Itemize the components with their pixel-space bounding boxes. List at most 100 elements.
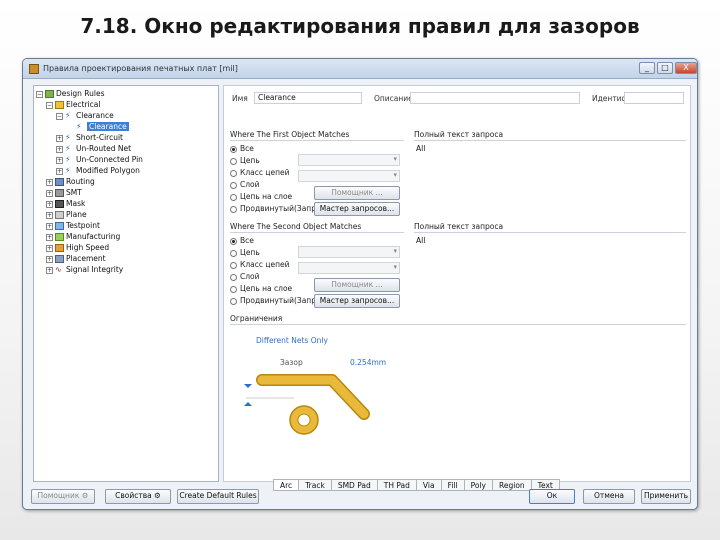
first-option-advanced[interactable]: Продвинутый(Запрос) (230, 204, 328, 213)
tree-item-testpoint[interactable]: + Testpoint (46, 220, 100, 231)
id-label: Идентиф (592, 94, 628, 103)
rule-name-input[interactable]: Clearance (254, 92, 362, 104)
second-option-all[interactable]: Все (230, 236, 254, 245)
radio-icon[interactable] (230, 193, 237, 201)
expand-icon[interactable]: + (46, 244, 53, 252)
apply-button[interactable]: Применить (641, 489, 691, 504)
tree-item-unconnected-pin[interactable]: + ⚡ Un-Connected Pin (56, 154, 143, 165)
minimize-button[interactable]: _ (639, 62, 655, 74)
net-mode-select[interactable]: Different Nets Only (256, 336, 328, 345)
close-button[interactable]: X (675, 62, 697, 74)
tab-fill[interactable]: Fill (441, 479, 465, 491)
object-type-tabs: Arc Track SMD Pad TH Pad Via Fill Poly R… (273, 479, 560, 491)
first-option-layer[interactable]: Слой (230, 180, 260, 189)
second-helper-button[interactable]: Помощник ... (314, 278, 400, 292)
first-query-text[interactable]: All (416, 144, 425, 153)
clearance-illustration (244, 374, 370, 435)
expand-icon[interactable]: + (46, 233, 53, 241)
helper-button[interactable]: Помощник ⚙ (31, 489, 95, 504)
cancel-button[interactable]: Отмена (583, 489, 635, 504)
rule-comment-input[interactable] (410, 92, 580, 104)
expand-icon[interactable]: + (56, 156, 63, 164)
tree-item-mask[interactable]: + Mask (46, 198, 85, 209)
radio-icon[interactable] (230, 157, 237, 165)
second-query-text[interactable]: All (416, 236, 425, 245)
collapse-icon[interactable]: − (36, 90, 43, 98)
manufacturing-icon (55, 233, 64, 241)
tab-smd-pad[interactable]: SMD Pad (331, 479, 378, 491)
radio-icon[interactable] (230, 205, 237, 213)
maximize-button[interactable]: □ (657, 62, 673, 74)
title-bar[interactable]: Правила проектирования печатных плат [mi… (23, 59, 697, 79)
second-object-title: Where The Second Object Matches (230, 222, 362, 231)
expand-icon[interactable]: + (46, 200, 53, 208)
tree-item-routing[interactable]: + Routing (46, 176, 95, 187)
tab-poly[interactable]: Poly (464, 479, 493, 491)
expand-icon[interactable]: + (56, 167, 63, 175)
tab-arc[interactable]: Arc (273, 479, 300, 491)
expand-icon[interactable]: + (46, 189, 53, 197)
tree-item-manufacturing[interactable]: + Manufacturing (46, 231, 120, 242)
expand-icon[interactable]: + (46, 255, 53, 263)
second-query-builder-button[interactable]: Мастер запросов... (314, 294, 400, 308)
radio-selected-icon[interactable] (230, 145, 237, 153)
first-option-net-class[interactable]: Класс цепей (230, 168, 289, 177)
tree-item-plane[interactable]: + Plane (46, 209, 87, 220)
first-option-net[interactable]: Цепь (230, 156, 260, 165)
tab-track[interactable]: Track (299, 479, 332, 491)
create-default-rules-button[interactable]: Create Default Rules (177, 489, 259, 504)
tree-item-clearance-rule[interactable]: ⚡ Clearance (76, 121, 129, 132)
tree-item-high-speed[interactable]: + High Speed (46, 242, 109, 253)
tree-item-placement[interactable]: + Placement (46, 253, 106, 264)
ok-button[interactable]: Ок (529, 489, 575, 504)
rule-icon: ⚡ (65, 111, 71, 120)
expand-icon[interactable]: + (46, 211, 53, 219)
testpoint-icon (55, 222, 64, 230)
collapse-icon[interactable]: − (46, 101, 53, 109)
tab-via[interactable]: Via (416, 479, 442, 491)
radio-icon[interactable] (230, 297, 237, 305)
app-icon (29, 64, 39, 74)
radio-selected-icon[interactable] (230, 237, 237, 245)
first-helper-button[interactable]: Помощник ... (314, 186, 400, 200)
tree-item-modified-polygon[interactable]: + ⚡ Modified Polygon (56, 165, 140, 176)
second-option-net-on-layer[interactable]: Цепь на слое (230, 284, 292, 293)
radio-icon[interactable] (230, 261, 237, 269)
tree-item-smt[interactable]: + SMT (46, 187, 82, 198)
second-option-advanced[interactable]: Продвинутый(Запрос) (230, 296, 328, 305)
second-option-layer[interactable]: Слой (230, 272, 260, 281)
tree-item-clearance-group[interactable]: − ⚡ Clearance (56, 110, 114, 121)
radio-icon[interactable] (230, 273, 237, 281)
radio-icon[interactable] (230, 181, 237, 189)
radio-icon[interactable] (230, 285, 237, 293)
first-class-combo[interactable] (298, 170, 400, 182)
tree-item-electrical[interactable]: − Electrical (46, 99, 100, 110)
tree-item-design-rules[interactable]: − Design Rules (36, 88, 105, 99)
expand-icon[interactable]: + (56, 134, 63, 142)
slide-title: 7.18. Окно редактирования правил для заз… (80, 14, 640, 38)
tree-item-signal-integrity[interactable]: + ∿ Signal Integrity (46, 264, 123, 275)
properties-button[interactable]: Свойства ⚙ (105, 489, 171, 504)
first-option-all[interactable]: Все (230, 144, 254, 153)
tab-th-pad[interactable]: TH Pad (377, 479, 417, 491)
radio-icon[interactable] (230, 249, 237, 257)
first-net-combo[interactable] (298, 154, 400, 166)
routing-icon (55, 178, 64, 186)
rules-tree[interactable]: − Design Rules − Electrical − ⚡ Clearance ⚡ C… (33, 85, 219, 482)
second-class-combo[interactable] (298, 262, 400, 274)
expand-icon[interactable]: + (56, 145, 63, 153)
first-option-net-on-layer[interactable]: Цепь на слое (230, 192, 292, 201)
tab-region[interactable]: Region (492, 479, 532, 491)
rule-id-input[interactable] (624, 92, 684, 104)
collapse-icon[interactable]: − (56, 112, 63, 120)
expand-icon[interactable]: + (46, 222, 53, 230)
expand-icon[interactable]: + (46, 178, 53, 186)
second-option-net[interactable]: Цепь (230, 248, 260, 257)
tree-item-unrouted-net[interactable]: + ⚡ Un-Routed Net (56, 143, 131, 154)
first-query-builder-button[interactable]: Мастер запросов... (314, 202, 400, 216)
expand-icon[interactable]: + (46, 266, 53, 274)
tree-item-short-circuit[interactable]: + ⚡ Short-Circuit (56, 132, 123, 143)
second-option-net-class[interactable]: Класс цепей (230, 260, 289, 269)
second-net-combo[interactable] (298, 246, 400, 258)
radio-icon[interactable] (230, 169, 237, 177)
